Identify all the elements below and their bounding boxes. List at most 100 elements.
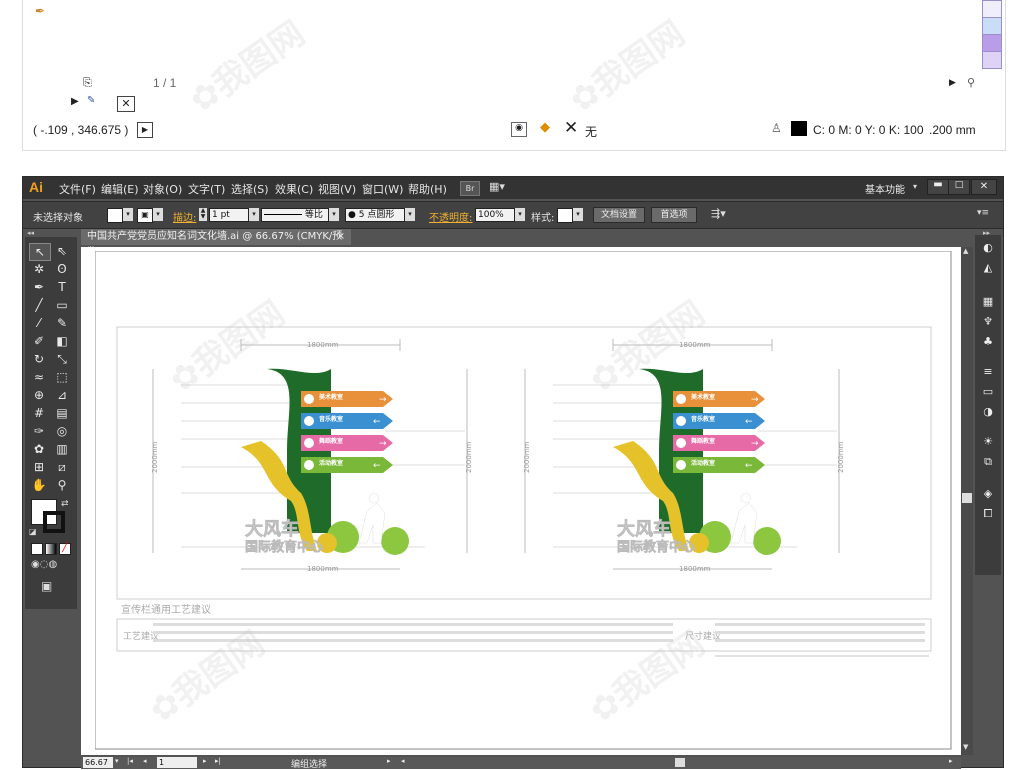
line-tool-icon[interactable]: ╱ bbox=[29, 297, 49, 313]
blob-brush-tool-icon[interactable]: ✐ bbox=[29, 333, 49, 349]
pen-nib-icon[interactable]: ♙ bbox=[771, 121, 782, 135]
preferences-button[interactable]: 首选项 bbox=[651, 207, 697, 223]
stroke-label[interactable]: 描边: bbox=[173, 209, 196, 224]
gradient-mode-icon[interactable] bbox=[45, 543, 57, 555]
stroke-dropdown-icon[interactable]: ▾ bbox=[153, 208, 163, 221]
paintbrush-tool-icon[interactable]: ⁄ bbox=[29, 315, 49, 331]
close-tab-icon[interactable]: × bbox=[337, 229, 345, 245]
color-panel-icon[interactable]: ◐ bbox=[980, 241, 996, 255]
status-menu-arrow[interactable]: ▸ bbox=[387, 757, 391, 765]
warp-tool-icon[interactable]: ≈ bbox=[29, 369, 49, 385]
mesh-tool-icon[interactable]: # bbox=[29, 405, 49, 421]
fill-swatch[interactable] bbox=[107, 208, 123, 223]
swatch-light-purple[interactable] bbox=[982, 51, 1002, 69]
symbol-sprayer-tool-icon[interactable]: ✿ bbox=[29, 441, 49, 457]
profile-dropdown-icon[interactable]: ▾ bbox=[329, 208, 339, 221]
bridge-button[interactable]: Br bbox=[460, 181, 480, 196]
fill-color-swatch[interactable] bbox=[791, 121, 807, 136]
toolbox-collapse-icon[interactable]: ◂◂ bbox=[27, 229, 34, 237]
column-graph-tool-icon[interactable]: ▥ bbox=[52, 441, 72, 457]
opacity-dropdown-icon[interactable]: ▾ bbox=[515, 208, 525, 221]
graphic-styles-icon[interactable]: ⧉ bbox=[980, 455, 996, 469]
stroke-color-box[interactable] bbox=[43, 511, 65, 533]
horizontal-scroll-left[interactable]: ◂ bbox=[401, 757, 405, 765]
eyedropper-tool-icon[interactable]: ✑ bbox=[29, 423, 49, 439]
brushes-panel-icon[interactable]: ♆ bbox=[980, 315, 996, 329]
artboard-tool-icon[interactable]: ⊞ bbox=[29, 459, 49, 475]
menu-edit[interactable]: 编辑(E) bbox=[101, 181, 139, 197]
draw-normal-icon[interactable]: ◉◌◍ bbox=[31, 559, 57, 570]
menu-help[interactable]: 帮助(H) bbox=[408, 181, 447, 197]
scroll-right-arrow[interactable]: ▶ bbox=[949, 78, 956, 88]
first-artboard-button[interactable]: |◂ bbox=[127, 757, 133, 765]
zoom-icon[interactable]: ⚲ bbox=[967, 76, 975, 89]
maximize-button[interactable]: □ bbox=[948, 179, 970, 195]
stroke-weight-dropdown-icon[interactable]: ▾ bbox=[249, 208, 259, 221]
stroke-swatch[interactable]: ▣ bbox=[137, 208, 153, 223]
fill-dropdown-icon[interactable]: ▾ bbox=[123, 208, 133, 221]
vertical-scrollbar[interactable]: ▲ ▼ bbox=[961, 247, 973, 755]
variable-width-profile[interactable]: 等比 bbox=[261, 208, 329, 222]
previous-artboard-button[interactable]: ◂ bbox=[143, 757, 147, 765]
rotate-tool-icon[interactable]: ↻ bbox=[29, 351, 49, 367]
transparency-panel-icon[interactable]: ◑ bbox=[980, 405, 996, 419]
direct-select-icon[interactable]: ✎ bbox=[87, 95, 95, 106]
style-dropdown-icon[interactable]: ▾ bbox=[573, 208, 583, 221]
canvas[interactable]: 1800mm 1800mm 2000mm 2000mm 美术教室 → 音乐教室 … bbox=[81, 247, 961, 755]
minimize-button[interactable]: ▬ bbox=[927, 179, 949, 195]
style-swatch[interactable] bbox=[557, 208, 573, 223]
appearance-panel-icon[interactable]: ☀ bbox=[980, 435, 996, 449]
eraser-tool-icon[interactable]: ◧ bbox=[52, 333, 72, 349]
last-artboard-button[interactable]: ▸| bbox=[215, 757, 221, 765]
menu-window[interactable]: 窗口(W) bbox=[362, 181, 403, 197]
stroke-panel-icon[interactable]: ≡ bbox=[980, 365, 996, 379]
play-icon[interactable]: ▶ bbox=[71, 96, 79, 107]
shape-builder-tool-icon[interactable]: ⊕ bbox=[29, 387, 49, 403]
brush-dropdown-icon[interactable]: ▾ bbox=[405, 208, 415, 221]
rectangle-tool-icon[interactable]: ▭ bbox=[52, 297, 72, 313]
brush-definition[interactable]: ● 5 点圆形 bbox=[345, 208, 405, 222]
opacity-input[interactable]: 100% bbox=[475, 208, 515, 222]
color-guide-icon[interactable]: ◭ bbox=[980, 261, 996, 275]
artboards-panel-icon[interactable]: ⧠ bbox=[980, 507, 996, 521]
status-label[interactable]: 编组选择 bbox=[291, 757, 327, 770]
selection-tool-icon[interactable]: ↖ bbox=[29, 243, 51, 261]
swatches-panel-icon[interactable]: ▦ bbox=[980, 295, 996, 309]
stroke-none-icon[interactable]: ✕ bbox=[564, 118, 578, 138]
type-tool-icon[interactable]: T bbox=[52, 279, 72, 295]
zoom-tool-icon[interactable]: ⚲ bbox=[52, 477, 72, 493]
scroll-thumb[interactable] bbox=[962, 493, 972, 503]
menu-select[interactable]: 选择(S) bbox=[231, 181, 269, 197]
screen-mode-icon[interactable]: ▣ bbox=[41, 579, 52, 593]
menu-view[interactable]: 视图(V) bbox=[318, 181, 356, 197]
camera-icon[interactable]: ◉ bbox=[511, 122, 527, 137]
magic-wand-tool-icon[interactable]: ✲ bbox=[29, 261, 49, 277]
horizontal-scroll-thumb[interactable] bbox=[675, 758, 685, 767]
pencil-tool-icon[interactable]: ✎ bbox=[52, 315, 72, 331]
swatch-lavender[interactable] bbox=[982, 0, 1002, 18]
color-mode-icon[interactable] bbox=[31, 543, 43, 555]
slice-tool-icon[interactable]: ⧄ bbox=[52, 459, 72, 475]
scale-tool-icon[interactable]: ⤡ bbox=[52, 351, 72, 367]
swatch-lightblue[interactable] bbox=[982, 17, 1002, 35]
free-transform-tool-icon[interactable]: ⬚ bbox=[52, 369, 72, 385]
arrange-documents-icon[interactable]: ▦▾ bbox=[489, 180, 505, 193]
fill-bucket-icon[interactable]: ◆ bbox=[540, 120, 550, 135]
stroke-stepper-icon[interactable]: ▲ ▼ bbox=[199, 208, 207, 221]
close-window-button[interactable]: ✕ bbox=[971, 179, 997, 195]
panel-menu-icon[interactable]: ▾≡ bbox=[977, 208, 989, 218]
hand-tool-icon[interactable]: ✋ bbox=[29, 477, 49, 493]
zoom-field[interactable]: 66.67 bbox=[83, 757, 113, 768]
scroll-up-arrow[interactable]: ▲ bbox=[963, 247, 968, 255]
opacity-label[interactable]: 不透明度: bbox=[429, 209, 472, 224]
perspective-grid-tool-icon[interactable]: ⊿ bbox=[52, 387, 72, 403]
symbols-panel-icon[interactable]: ♣ bbox=[980, 335, 996, 349]
gradient-panel-icon[interactable]: ▭ bbox=[980, 385, 996, 399]
forward-button[interactable]: ▶ bbox=[137, 122, 153, 138]
arrange-icon[interactable]: ⇶▾ bbox=[711, 207, 726, 220]
none-swatch-icon[interactable]: ✕ bbox=[117, 96, 135, 112]
menu-object[interactable]: 对象(O) bbox=[143, 181, 182, 197]
document-setup-button[interactable]: 文档设置 bbox=[593, 207, 645, 223]
pen-tool-icon[interactable]: ✒ bbox=[29, 279, 49, 295]
next-artboard-button[interactable]: ▸ bbox=[203, 757, 207, 765]
